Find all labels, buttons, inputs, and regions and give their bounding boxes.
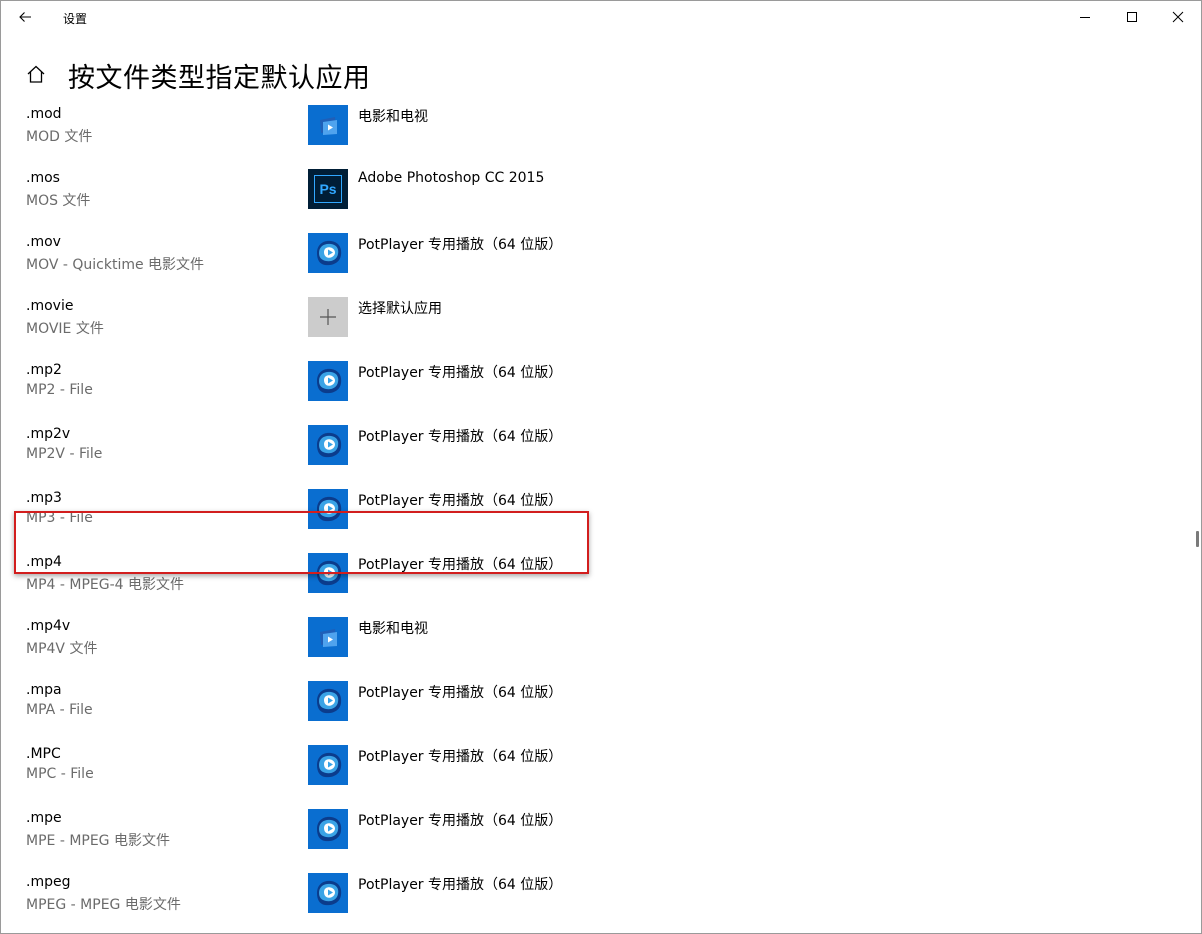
file-type-description: MP4V 文件	[26, 641, 98, 657]
file-type-row: .mod MOD 文件 电影和电视	[1, 98, 1191, 162]
maximize-button[interactable]	[1109, 1, 1155, 33]
file-type-row: .mpe MPE - MPEG 电影文件 PotPlayer 专用播放（64 位版）	[1, 802, 1191, 866]
default-app-button[interactable]	[308, 617, 348, 657]
page-header: 按文件类型指定默认应用	[1, 51, 1201, 97]
file-extension: .mp2v	[26, 426, 71, 442]
default-app-name[interactable]: 电影和电视	[358, 618, 428, 638]
file-extension: .mov	[26, 234, 61, 250]
default-app-button[interactable]	[308, 361, 348, 401]
file-type-description: MOS 文件	[26, 193, 91, 209]
default-app-button[interactable]	[308, 425, 348, 465]
file-extension: .mpa	[26, 682, 62, 698]
settings-window: 设置 按文件类型指定默认应用 MNU 文件.modMOD 文件电影和电视.mos…	[0, 0, 1202, 934]
file-type-row: .movie MOVIE 文件 选择默认应用	[1, 290, 1191, 354]
default-app-button[interactable]	[308, 809, 348, 849]
scrollbar-thumb[interactable]	[1196, 531, 1199, 547]
potplayer-icon	[308, 425, 348, 465]
file-type-description: MOD 文件	[26, 129, 93, 145]
default-app-name[interactable]: PotPlayer 专用播放（64 位版）	[358, 490, 562, 510]
back-button[interactable]	[9, 1, 41, 33]
default-app-button[interactable]	[308, 745, 348, 785]
file-type-description: MPE - MPEG 电影文件	[26, 833, 170, 849]
file-type-row: .mp2v MP2V - File PotPlayer 专用播放（64 位版）	[1, 418, 1191, 482]
default-app-name[interactable]: 电影和电视	[358, 106, 428, 126]
potplayer-icon	[308, 361, 348, 401]
home-icon	[27, 65, 45, 83]
file-type-row: .mos MOS 文件 Ps Adobe Photoshop CC 2015	[1, 162, 1191, 226]
potplayer-icon	[308, 681, 348, 721]
title-bar: 设置	[1, 1, 1201, 33]
file-extension: .mp2	[26, 362, 62, 378]
default-app-button[interactable]	[308, 105, 348, 145]
plus-icon	[308, 297, 348, 337]
photoshop-icon-label: Ps	[319, 181, 337, 197]
highlight-box	[14, 511, 589, 574]
file-type-description: MP2V - File	[26, 446, 103, 462]
file-type-row: .mp2 MP2 - File PotPlayer 专用播放（64 位版）	[1, 354, 1191, 418]
home-button[interactable]	[25, 63, 47, 85]
window-title: 设置	[63, 12, 88, 26]
file-extension: .mpe	[26, 810, 62, 826]
file-type-description: MP2 - File	[26, 382, 93, 398]
potplayer-icon	[308, 873, 348, 913]
default-app-button[interactable]	[308, 873, 348, 913]
close-button[interactable]	[1155, 1, 1201, 33]
file-extension: .mod	[26, 106, 62, 122]
default-app-name[interactable]: PotPlayer 专用播放（64 位版）	[358, 426, 562, 446]
file-type-description: MP4 - MPEG-4 电影文件	[26, 577, 185, 593]
file-type-description: MPC - File	[26, 766, 94, 782]
default-app-name[interactable]: PotPlayer 专用播放（64 位版）	[358, 362, 562, 382]
file-type-row: .mpa MPA - File PotPlayer 专用播放（64 位版）	[1, 674, 1191, 738]
default-app-button[interactable]	[308, 297, 348, 337]
default-app-name[interactable]: PotPlayer 专用播放（64 位版）	[358, 810, 562, 830]
page-title: 按文件类型指定默认应用	[68, 63, 371, 94]
default-app-name[interactable]: PotPlayer 专用播放（64 位版）	[358, 746, 562, 766]
file-extension: .mp3	[26, 490, 62, 506]
file-extension: .mp4v	[26, 618, 71, 634]
file-extension: .movie	[26, 298, 74, 314]
file-type-description: MPA - File	[26, 702, 93, 718]
file-extension: .mos	[26, 170, 60, 186]
file-type-row: .mov MOV - Quicktime 电影文件 PotPlayer 专用播放（6…	[1, 226, 1191, 290]
movies-tv-icon	[308, 617, 348, 657]
file-extension: .MPC	[26, 746, 61, 762]
maximize-icon	[1127, 12, 1137, 22]
minimize-button[interactable]	[1062, 1, 1108, 33]
movies-tv-icon	[308, 105, 348, 145]
minimize-icon	[1080, 17, 1090, 18]
default-app-name[interactable]: PotPlayer 专用播放（64 位版）	[358, 682, 562, 702]
file-type-row: .mp4v MP4V 文件 电影和电视	[1, 610, 1191, 674]
file-type-description: MOVIE 文件	[26, 321, 104, 337]
file-type-row: .MPC MPC - File PotPlayer 专用播放（64 位版）	[1, 738, 1191, 802]
file-extension: .mpeg	[26, 874, 71, 890]
file-type-description: MPEG - MPEG 电影文件	[26, 897, 181, 913]
default-app-button[interactable]	[308, 681, 348, 721]
file-type-row: .mpeg MPEG - MPEG 电影文件 PotPlayer 专用播放（64 位…	[1, 866, 1191, 930]
file-type-description: MOV - Quicktime 电影文件	[26, 257, 205, 273]
back-arrow-icon	[19, 12, 31, 22]
default-app-button[interactable]: Ps	[308, 169, 348, 209]
default-app-name[interactable]: Adobe Photoshop CC 2015	[358, 170, 544, 186]
photoshop-icon: Ps	[314, 175, 342, 203]
default-app-button[interactable]	[308, 233, 348, 273]
potplayer-icon	[308, 233, 348, 273]
default-app-name[interactable]: PotPlayer 专用播放（64 位版）	[358, 234, 562, 254]
default-app-name[interactable]: 选择默认应用	[358, 298, 442, 318]
close-icon	[1172, 11, 1184, 23]
potplayer-icon	[308, 809, 348, 849]
default-app-name[interactable]: PotPlayer 专用播放（64 位版）	[358, 874, 562, 894]
potplayer-icon	[308, 745, 348, 785]
